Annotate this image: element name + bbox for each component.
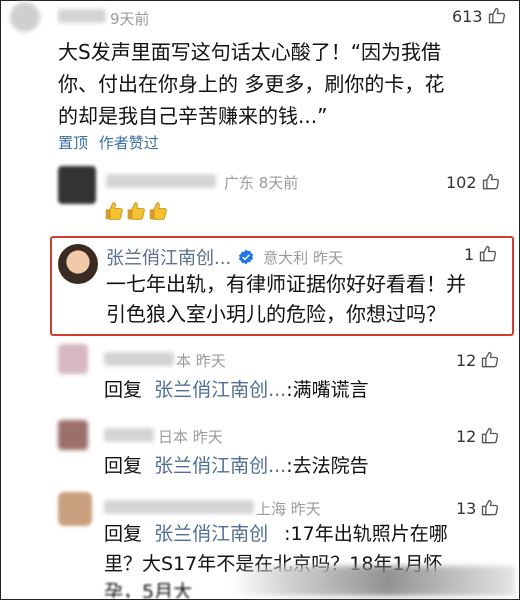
like-button[interactable]: 13	[456, 498, 500, 518]
reply-location-time: 本 昨天	[176, 352, 226, 370]
avatar[interactable]	[58, 492, 92, 526]
comment-time: 9天前	[110, 10, 150, 28]
comment-text-line: 引色狼入室小玥儿的危险，你想过吗？	[106, 302, 446, 326]
comment-text-line: 你、付出在你身上的 多更多，刷你的卡，花	[58, 72, 445, 96]
like-count: 12	[456, 426, 477, 446]
watermark-blur	[230, 566, 515, 596]
reply-location-time: 日本 昨天	[158, 428, 223, 446]
username-blurred	[58, 9, 106, 23]
thumbs-up-icon	[482, 173, 499, 190]
like-count: 102	[446, 172, 477, 192]
comment-location-time: 意大利 昨天	[263, 248, 343, 267]
username[interactable]: 张兰俏江南创...	[106, 244, 231, 270]
reply-text: 回复 张兰俏江南创...:满嘴谎言	[104, 374, 369, 406]
author-liked-badge: 作者赞过	[98, 134, 159, 152]
comment-location-time: 广东 8天前	[224, 174, 299, 192]
comment-text-line: 的却是我自己辛苦赚来的钱...”	[58, 104, 328, 128]
reply-target-user[interactable]: 张兰俏江南创...	[154, 455, 286, 477]
verified-badge-icon	[239, 249, 254, 265]
comment-text-line: 一七年出轨，有律师证据你好好看看！并	[106, 272, 466, 296]
pinned-badge: 置顶	[58, 134, 89, 152]
username-blurred	[104, 352, 174, 366]
like-button[interactable]: 12	[456, 426, 500, 446]
reply-label: 回复	[104, 379, 143, 401]
reply-label: 回复	[104, 455, 143, 477]
avatar[interactable]	[58, 344, 88, 374]
reply-text: 回复 张兰俏江南创...:去法院告	[104, 450, 369, 482]
reply-body: :17年出轨照片在哪	[284, 523, 448, 545]
avatar[interactable]	[10, 2, 40, 32]
avatar[interactable]	[58, 420, 88, 450]
reply-location-time: 上海 昨天	[256, 500, 321, 518]
like-count: 13	[456, 498, 477, 518]
like-button[interactable]: 12	[456, 350, 500, 370]
thumbs-up-icon	[482, 351, 499, 368]
emoji-row	[104, 200, 170, 226]
thumbs-up-icon	[482, 499, 499, 516]
thumbs-up-emoji-icon	[105, 202, 123, 220]
thumbs-up-emoji-icon	[127, 202, 145, 220]
reply-text-line: 回复 张兰俏江南创 :17年出轨照片在哪	[104, 518, 448, 550]
username-blurred	[106, 174, 216, 188]
avatar[interactable]	[58, 244, 98, 284]
like-button[interactable]: 613	[452, 6, 507, 26]
like-count: 1	[464, 244, 475, 264]
thumbs-up-icon	[480, 245, 497, 262]
thumbs-up-icon	[482, 427, 499, 444]
like-button[interactable]: 1	[464, 244, 498, 264]
username-blurred	[104, 428, 154, 442]
reply-target-user[interactable]: 张兰俏江南创...	[154, 379, 286, 401]
avatar[interactable]	[58, 166, 96, 204]
thumbs-up-emoji-icon	[149, 202, 167, 220]
reply-body: :去法院告	[286, 455, 369, 477]
reply-text-line: 孕，5月大	[104, 581, 193, 598]
username-blurred	[104, 500, 254, 514]
reply-body: :满嘴谎言	[286, 379, 369, 401]
like-count: 613	[452, 6, 483, 26]
thumbs-up-icon	[488, 7, 505, 24]
reply-label: 回复	[104, 523, 143, 545]
reply-target-user[interactable]: 张兰俏江南创	[154, 523, 268, 545]
comment-text-line: 大S发声里面写这句话太心酸了！“因为我借	[58, 40, 442, 64]
like-button[interactable]: 102	[446, 172, 501, 192]
like-count: 12	[456, 350, 477, 370]
